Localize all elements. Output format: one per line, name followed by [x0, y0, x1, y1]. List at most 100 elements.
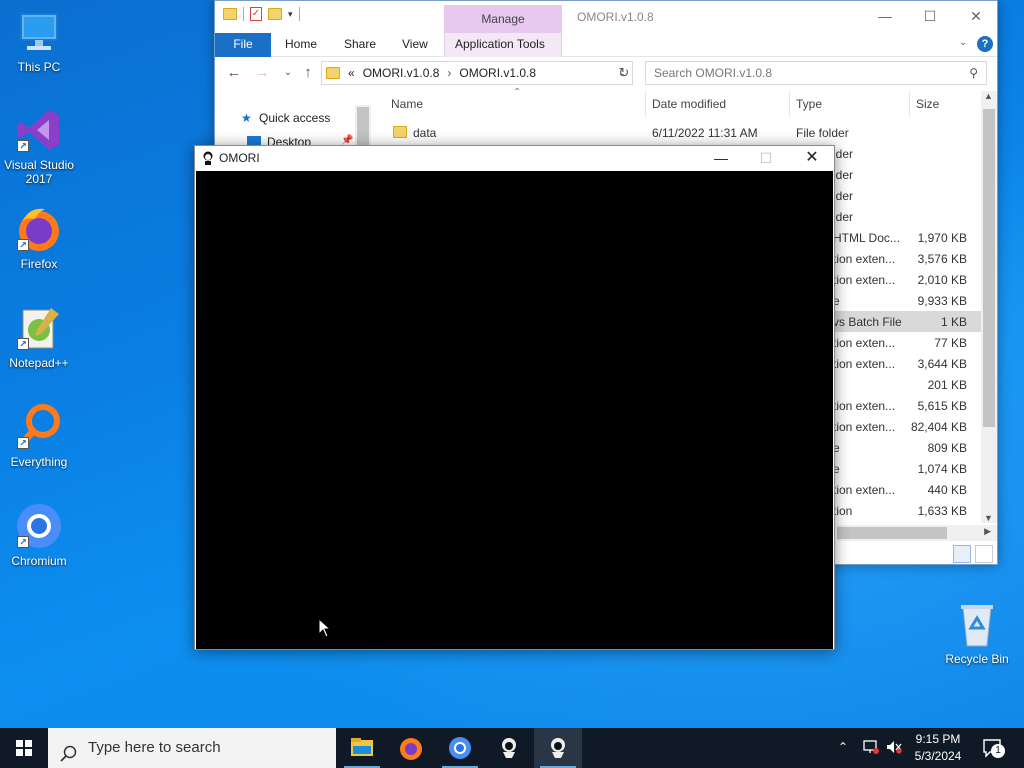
nav-item-quick-access[interactable]: Quick access [259, 111, 330, 125]
up-arrow-icon[interactable]: ↑ [299, 63, 317, 83]
details-view-icon[interactable] [953, 545, 971, 563]
chromium-icon: ↗ [15, 502, 63, 550]
everything-search-icon: ↗ [15, 403, 63, 451]
file-size: 5,615 KB [917, 399, 967, 413]
search-input[interactable]: Search OMORI.v1.0.8 ⚲ [645, 61, 987, 85]
desktop-icon-everything[interactable]: ↗ Everything [0, 403, 78, 469]
properties-icon[interactable]: ✓ [250, 7, 262, 21]
column-separator[interactable] [789, 91, 790, 117]
omori-titlebar[interactable]: OMORI — ☐ ✕ [195, 146, 834, 171]
omori-maximize-button[interactable]: ☐ [743, 146, 789, 171]
horizontal-scroll-thumb[interactable] [837, 527, 947, 539]
new-folder-icon[interactable] [268, 8, 282, 20]
desktop-icon-recycle-bin[interactable]: Recycle Bin [938, 600, 1016, 666]
desktop-icon-chromium[interactable]: ↗ Chromium [0, 502, 78, 568]
file-type: lder [833, 147, 854, 161]
taskbar-omori-pinned[interactable] [485, 728, 533, 768]
system-clock[interactable]: 9:15 PM 5/3/2024 [906, 731, 970, 765]
omori-minimize-button[interactable]: — [698, 146, 744, 171]
recent-locations-icon[interactable]: ⌄ [279, 63, 297, 83]
close-button[interactable]: ✕ [953, 1, 999, 31]
breadcrumb-segment[interactable]: OMORI.v1.0.8 [363, 66, 440, 80]
taskbar-firefox[interactable] [387, 728, 435, 768]
file-type: tion exten... [833, 336, 896, 350]
taskbar-chromium[interactable] [436, 728, 484, 768]
file-row[interactable]: data 6/11/2022 11:31 AM File folder [375, 122, 983, 143]
column-header-name[interactable]: Name [391, 97, 423, 111]
column-separator[interactable] [909, 91, 910, 117]
volume-muted-icon[interactable] [885, 739, 903, 755]
shortcut-arrow-icon: ↗ [17, 536, 29, 548]
chromium-icon [449, 737, 471, 759]
tab-home[interactable]: Home [285, 33, 317, 57]
column-separator[interactable] [645, 91, 646, 117]
file-type: File folder [796, 126, 849, 140]
desktop-icon-label: Chromium [11, 554, 67, 568]
game-canvas[interactable] [196, 171, 833, 649]
tab-view[interactable]: View [402, 33, 428, 57]
firefox-icon: ↗ [15, 205, 63, 253]
tab-application-tools[interactable]: Application Tools [444, 33, 562, 57]
breadcrumb-chevron-icon[interactable]: › [447, 66, 451, 80]
explorer-titlebar[interactable]: ✓ ▾ Manage OMORI.v1.0.8 — ☐ ✕ [215, 1, 997, 33]
file-size: 440 KB [927, 483, 967, 497]
minimize-button[interactable]: — [862, 1, 908, 31]
column-header-date-modified[interactable]: Date modified [652, 97, 726, 111]
separator [298, 7, 300, 21]
search-icon [60, 739, 78, 768]
folder-icon [326, 67, 340, 79]
customize-qat-icon[interactable]: ▾ [288, 9, 293, 20]
file-size: 809 KB [927, 441, 967, 455]
desktop-icon-label: Notepad++ [9, 356, 69, 370]
file-list-scroll-thumb[interactable] [983, 109, 995, 427]
taskbar-search-input[interactable]: Type here to search [48, 728, 336, 768]
tab-share[interactable]: Share [344, 33, 376, 57]
back-arrow-icon[interactable]: ← [225, 63, 243, 83]
start-button[interactable] [0, 728, 48, 768]
expand-ribbon-icon[interactable]: ⌄ [959, 37, 967, 48]
manage-tab[interactable]: Manage [444, 5, 562, 33]
breadcrumb-overflow[interactable]: « [348, 66, 355, 80]
file-size: 3,576 KB [917, 252, 967, 266]
taskbar-file-explorer[interactable] [338, 728, 386, 768]
folder-icon[interactable] [223, 8, 237, 20]
file-size: 2,010 KB [917, 273, 967, 287]
refresh-icon[interactable]: ↻ [615, 63, 633, 83]
file-size: 9,933 KB [917, 294, 967, 308]
notifications-icon[interactable]: 1 [982, 738, 1005, 758]
maximize-button[interactable]: ☐ [907, 1, 953, 31]
file-type: vs Batch File [833, 315, 902, 329]
file-size: 1,970 KB [917, 231, 967, 245]
file-explorer-icon [351, 738, 373, 756]
desktop-icon-notepad-plus-plus[interactable]: ↗ Notepad++ [0, 304, 78, 370]
scroll-up-icon[interactable]: ▲ [984, 91, 993, 101]
scroll-down-icon[interactable]: ▼ [984, 513, 993, 523]
column-header-type[interactable]: Type [796, 97, 822, 111]
show-hidden-icons-icon[interactable]: ⌃ [838, 740, 848, 754]
desktop-icon-visual-studio[interactable]: ↗ Visual Studio 2017 [0, 106, 78, 186]
search-placeholder: Search OMORI.v1.0.8 [654, 66, 773, 80]
scroll-right-icon[interactable]: ▶ [984, 526, 991, 537]
address-bar[interactable]: « OMORI.v1.0.8 › OMORI.v1.0.8 ⌄ [321, 61, 633, 85]
taskbar-search-placeholder: Type here to search [88, 739, 221, 756]
network-icon[interactable] [862, 739, 880, 755]
omori-app-icon [201, 151, 215, 165]
omori-window-title: OMORI [219, 151, 260, 165]
desktop-icon-this-pc[interactable]: This PC [0, 8, 78, 74]
column-header-size[interactable]: Size [916, 97, 939, 111]
tab-file[interactable]: File [215, 33, 271, 57]
forward-arrow-icon[interactable]: → [253, 63, 271, 83]
mouse-cursor-icon [318, 617, 332, 638]
file-type: tion [833, 504, 853, 518]
desktop-icon-firefox[interactable]: ↗ Firefox [0, 205, 78, 271]
omori-close-button[interactable]: ✕ [789, 146, 835, 171]
desktop-icon-label: Recycle Bin [945, 652, 1009, 666]
shortcut-arrow-icon: ↗ [17, 140, 29, 152]
taskbar-omori-active[interactable] [534, 728, 582, 768]
large-icons-view-icon[interactable] [975, 545, 993, 563]
omori-window[interactable]: OMORI — ☐ ✕ [194, 145, 835, 650]
help-icon[interactable]: ? [977, 36, 993, 52]
nav-pane-scroll-thumb[interactable] [357, 107, 369, 147]
breadcrumb-segment[interactable]: OMORI.v1.0.8 [459, 66, 536, 80]
desktop-icon-label: This PC [17, 60, 61, 74]
